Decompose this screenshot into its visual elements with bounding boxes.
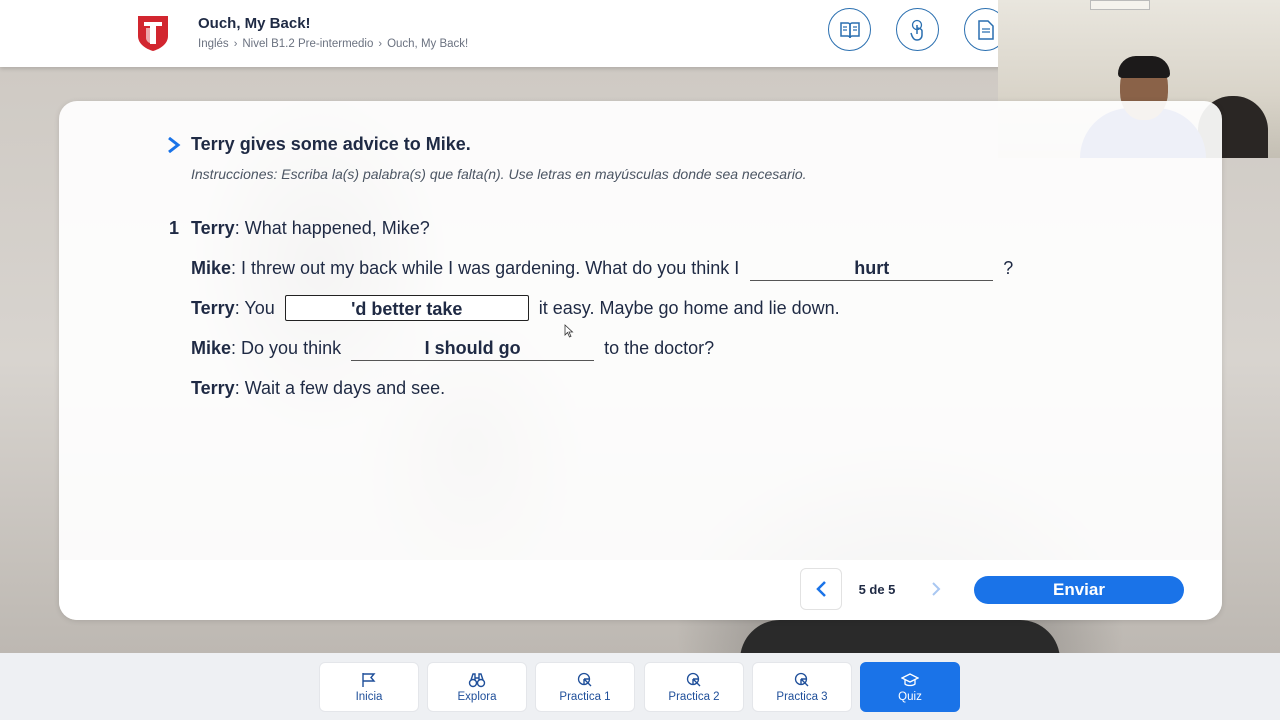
previous-button[interactable] bbox=[800, 568, 842, 610]
chevron-right-icon: › bbox=[233, 38, 238, 50]
page-title: Ouch, My Back! bbox=[198, 15, 311, 32]
breadcrumb-item-level[interactable]: Nivel B1.2 Pre-intermedio bbox=[242, 38, 373, 50]
dialog-text: ? bbox=[1003, 257, 1014, 278]
speaker-name: Terry bbox=[191, 377, 235, 398]
breadcrumb-item-lesson[interactable]: Ouch, My Back! bbox=[387, 38, 468, 50]
tab-label: Inicia bbox=[355, 690, 383, 703]
activity-card: Terry gives some advice to Mike. Instruc… bbox=[59, 101, 1222, 620]
answer-input-2[interactable]: 'd better take bbox=[284, 295, 529, 321]
question-instructions: Instrucciones: Escriba la(s) palabra(s) … bbox=[191, 166, 807, 182]
page-indicator: 5 de 5 bbox=[858, 582, 896, 597]
wall-frame bbox=[1090, 0, 1150, 10]
breadcrumb-item-ingles[interactable]: Inglés bbox=[198, 38, 229, 50]
tab-quiz[interactable]: Quiz bbox=[860, 662, 960, 712]
dialog-line: Mike : I threw out my back while I was g… bbox=[191, 254, 1013, 282]
answer-input-3[interactable]: I should go bbox=[351, 335, 595, 361]
pointer-icon bbox=[577, 672, 592, 686]
tab-label: Practica 3 bbox=[776, 690, 828, 703]
dialog-text: : You bbox=[234, 297, 275, 318]
book-button[interactable] bbox=[828, 8, 871, 51]
graduation-cap-icon bbox=[901, 672, 919, 686]
touch-button[interactable] bbox=[896, 8, 939, 51]
mouse-cursor-icon bbox=[564, 324, 574, 338]
dialog-text: to the doctor? bbox=[604, 337, 715, 358]
question-number: 1 bbox=[169, 218, 180, 238]
speaker-name: Mike bbox=[191, 257, 232, 278]
dialog-text: : Wait a few days and see. bbox=[234, 377, 446, 398]
speaker-name: Mike bbox=[191, 337, 232, 358]
tab-practica-3[interactable]: Practica 3 bbox=[752, 662, 852, 712]
send-button[interactable]: Enviar bbox=[974, 576, 1184, 604]
binoculars-icon bbox=[468, 672, 486, 687]
document-icon bbox=[977, 19, 994, 40]
tab-label: Practica 1 bbox=[559, 690, 611, 703]
tab-label: Explora bbox=[457, 690, 497, 703]
tab-inicia[interactable]: Inicia bbox=[319, 662, 419, 712]
touch-icon bbox=[909, 19, 923, 41]
tab-explora[interactable]: Explora bbox=[427, 662, 527, 712]
dialog-text: it easy. Maybe go home and lie down. bbox=[538, 297, 840, 318]
tab-practica-2[interactable]: Practica 2 bbox=[644, 662, 744, 712]
chevron-right-icon: › bbox=[378, 38, 383, 50]
breadcrumb: Inglés › Nivel B1.2 Pre-intermedio › Ouc… bbox=[198, 38, 468, 50]
question-title: Terry gives some advice to Mike. bbox=[191, 134, 471, 154]
answer-input-1[interactable]: hurt bbox=[750, 255, 994, 281]
dialog-line: Terry : What happened, Mike? bbox=[191, 214, 430, 242]
dialog-text: : I threw out my back while I was garden… bbox=[231, 257, 740, 278]
dialog-text: : Do you think bbox=[231, 337, 342, 358]
tab-label: Practica 2 bbox=[668, 690, 720, 703]
flag-icon bbox=[362, 672, 376, 687]
book-icon bbox=[839, 21, 860, 38]
speaker-name: Terry bbox=[191, 297, 235, 318]
pointer-icon bbox=[686, 672, 701, 686]
bottom-navigation bbox=[0, 653, 1280, 720]
university-logo-icon bbox=[138, 16, 168, 51]
dialog-line: Terry : You 'd better take it easy. Mayb… bbox=[191, 294, 840, 322]
chevron-left-icon bbox=[816, 581, 826, 597]
chevron-right-icon bbox=[932, 582, 941, 596]
person-hair bbox=[1118, 56, 1170, 78]
pointer-icon bbox=[794, 672, 809, 686]
dialog-line: Mike : Do you think I should go to the d… bbox=[191, 334, 714, 362]
chevron-right-icon bbox=[168, 137, 181, 153]
dialog-text: : What happened, Mike? bbox=[234, 217, 430, 238]
dialog-line: Terry : Wait a few days and see. bbox=[191, 374, 445, 402]
speaker-name: Terry bbox=[191, 217, 235, 238]
next-button[interactable] bbox=[921, 572, 951, 606]
tab-label: Quiz bbox=[898, 690, 922, 703]
tab-practica-1[interactable]: Practica 1 bbox=[535, 662, 635, 712]
